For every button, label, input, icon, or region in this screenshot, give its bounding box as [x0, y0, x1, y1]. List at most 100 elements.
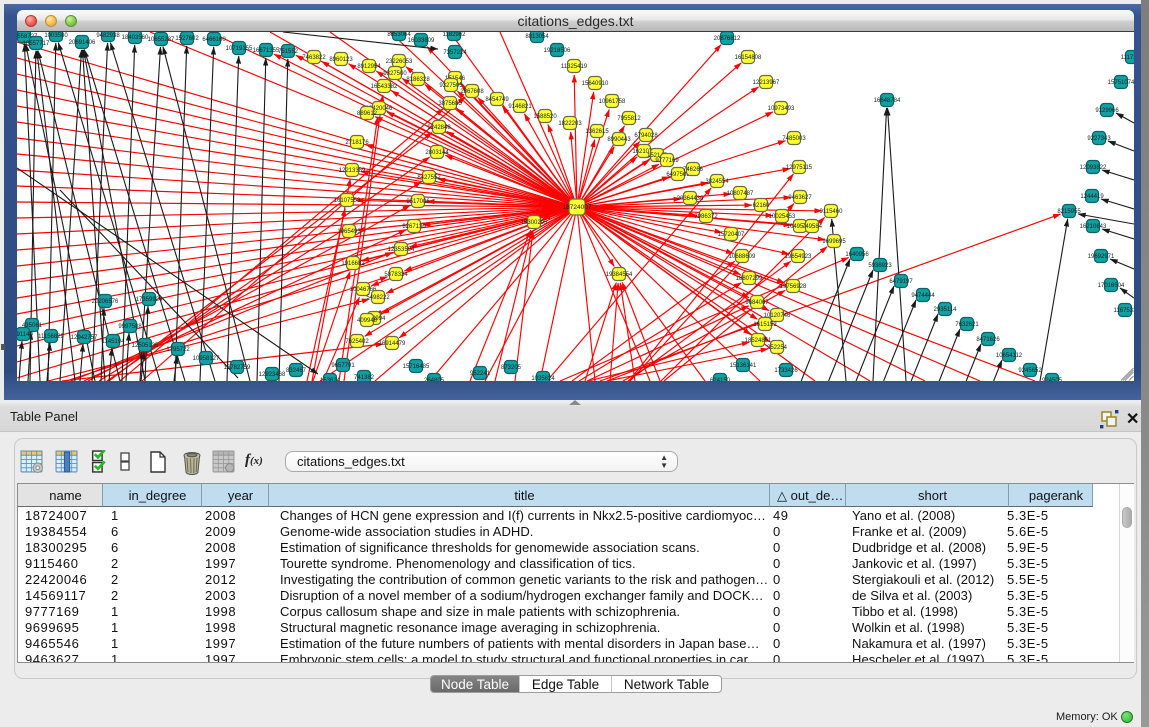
svg-text:12213389: 12213389: [339, 168, 366, 174]
svg-text:20876812: 20876812: [714, 36, 741, 42]
svg-text:3875685: 3875685: [438, 101, 462, 107]
svg-text:12213967: 12213967: [753, 80, 780, 86]
svg-text:8267130: 8267130: [402, 224, 426, 230]
svg-text:19654923: 19654923: [785, 254, 812, 260]
svg-text:7955812: 7955812: [617, 116, 641, 122]
svg-text:16914479: 16914479: [379, 341, 406, 347]
svg-text:889612: 889612: [357, 111, 378, 117]
svg-text:18724007: 18724007: [563, 204, 592, 211]
svg-text:15720407: 15720407: [718, 232, 745, 238]
svg-text:9657791: 9657791: [331, 363, 355, 369]
svg-text:16648784: 16648784: [874, 98, 901, 104]
svg-text:20206576: 20206576: [92, 299, 119, 305]
svg-text:1640956: 1640956: [845, 252, 869, 258]
svg-text:6479197: 6479197: [889, 279, 913, 285]
svg-text:18524851: 18524851: [745, 338, 772, 344]
svg-text:7625402: 7625402: [345, 339, 369, 345]
svg-text:15716485: 15716485: [403, 364, 430, 370]
svg-text:23226053: 23226053: [386, 59, 413, 65]
svg-text:10025453: 10025453: [769, 214, 796, 220]
svg-text:10654112: 10654112: [996, 353, 1023, 359]
svg-text:15751074: 15751074: [1108, 80, 1134, 86]
svg-text:252254: 252254: [767, 345, 788, 351]
svg-text:10655287: 10655287: [148, 37, 175, 43]
svg-text:9482938: 9482938: [96, 33, 120, 39]
svg-text:9129966: 9129966: [1095, 108, 1119, 114]
svg-text:16154808: 16154808: [735, 55, 762, 61]
svg-text:8990443: 8990443: [607, 137, 631, 143]
svg-text:409948: 409948: [357, 318, 378, 324]
svg-text:19218506: 19218506: [544, 48, 571, 54]
svg-text:10973493: 10973493: [768, 106, 795, 112]
svg-text:12505135: 12505135: [132, 343, 159, 349]
svg-text:8186328: 8186328: [406, 77, 430, 83]
svg-text:1117364: 1117364: [1121, 55, 1134, 61]
svg-text:873205: 873205: [501, 365, 522, 371]
svg-text:2867608: 2867608: [460, 89, 484, 95]
svg-text:15640910: 15640910: [582, 81, 609, 87]
svg-text:19692971: 19692971: [1088, 254, 1115, 260]
svg-text:2803144: 2803144: [425, 150, 449, 156]
svg-text:9777169: 9777169: [655, 158, 679, 164]
svg-text:20691406: 20691406: [69, 40, 96, 46]
svg-text:16210643: 16210643: [1080, 224, 1107, 230]
svg-text:8960123: 8960123: [329, 57, 353, 63]
svg-text:18807299: 18807299: [736, 276, 763, 282]
svg-text:624150: 624150: [710, 378, 731, 381]
svg-text:741382: 741382: [354, 375, 375, 381]
svg-text:10958127: 10958127: [193, 356, 220, 362]
svg-text:1003580: 1003580: [44, 33, 68, 39]
svg-text:11156829: 11156829: [38, 334, 64, 340]
svg-text:9115460: 9115460: [820, 209, 844, 215]
svg-text:8454749: 8454749: [485, 97, 509, 103]
svg-text:8912954: 8912954: [357, 64, 381, 70]
svg-text:1362615: 1362615: [585, 129, 609, 135]
svg-text:6794028: 6794028: [634, 133, 658, 139]
svg-text:832467: 832467: [286, 368, 307, 374]
svg-text:6466160: 6466160: [202, 37, 226, 43]
svg-text:17359924: 17359924: [136, 297, 163, 303]
svg-text:18403560: 18403560: [122, 35, 149, 41]
svg-text:8215955: 8215955: [1057, 209, 1081, 215]
svg-text:7463822: 7463822: [302, 55, 326, 61]
svg-text:1733426: 1733426: [774, 368, 798, 374]
svg-text:2935114: 2935114: [934, 307, 958, 313]
svg-text:391140: 391140: [17, 332, 33, 338]
svg-text:12975115: 12975115: [786, 165, 813, 171]
svg-text:9684067: 9684067: [745, 300, 769, 306]
svg-text:12093822: 12093822: [1080, 165, 1107, 171]
svg-text:10719155: 10719155: [226, 46, 253, 52]
svg-text:15136141: 15136141: [730, 363, 757, 369]
svg-text:5498222: 5498222: [366, 295, 390, 301]
svg-text:9245652: 9245652: [1018, 368, 1042, 374]
svg-text:18300295: 18300295: [521, 220, 548, 226]
svg-text:9463627: 9463627: [788, 195, 812, 201]
svg-text:1035624: 1035624: [531, 376, 555, 381]
svg-text:1615152: 1615152: [753, 322, 777, 328]
svg-text:19756928: 19756928: [780, 284, 807, 290]
svg-text:9474444: 9474444: [911, 293, 935, 299]
svg-text:1182962: 1182962: [443, 32, 467, 38]
svg-text:2718176: 2718176: [345, 140, 369, 146]
svg-text:7986372: 7986372: [694, 214, 718, 220]
svg-text:17016504: 17016504: [1098, 283, 1125, 289]
svg-text:1965493: 1965493: [337, 229, 361, 235]
svg-text:9146821: 9146821: [508, 104, 532, 110]
svg-text:7357224: 7357224: [443, 50, 467, 56]
svg-text:1588520: 1588520: [533, 114, 557, 120]
svg-text:153624: 153624: [320, 378, 341, 381]
svg-text:5878334: 5878334: [384, 272, 408, 278]
svg-text:1244419: 1244419: [1080, 194, 1104, 200]
svg-text:12923468: 12923468: [259, 372, 286, 378]
svg-text:9242848: 9242848: [427, 125, 451, 131]
svg-text:1145194: 1145194: [102, 339, 126, 345]
svg-text:1167533: 1167533: [1114, 308, 1134, 314]
svg-text:9997588: 9997588: [118, 324, 142, 330]
svg-text:9517006: 9517006: [406, 199, 430, 205]
svg-text:19384554: 19384554: [606, 272, 633, 278]
svg-text:746266: 746266: [683, 167, 704, 173]
svg-text:8471626: 8471626: [976, 337, 1000, 343]
svg-text:10807487: 10807487: [727, 191, 754, 197]
svg-text:952241: 952241: [470, 371, 491, 377]
svg-text:3824554: 3824554: [705, 179, 729, 185]
